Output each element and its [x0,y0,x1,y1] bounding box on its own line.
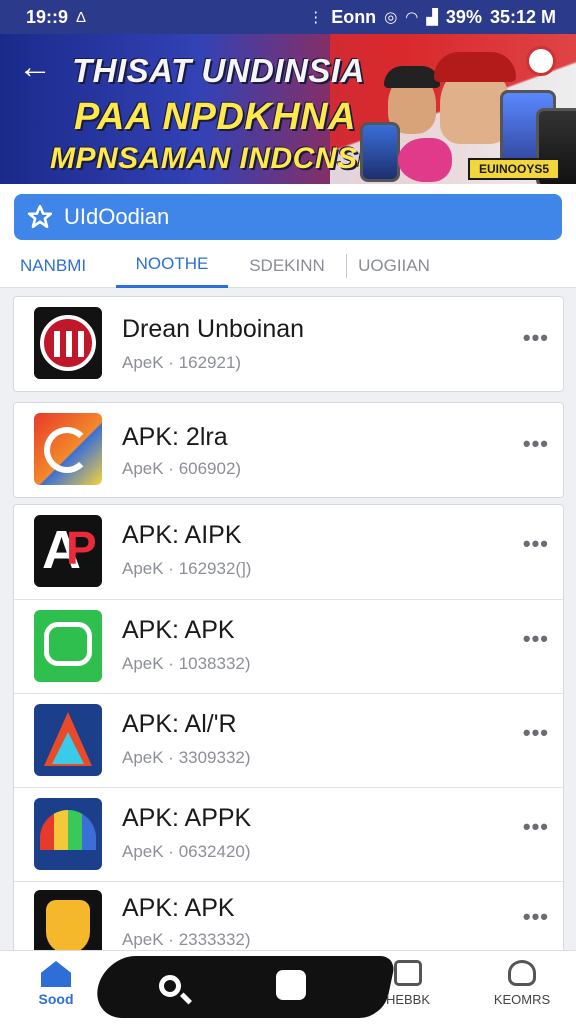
app-card: APK: 2lra ApeK · 606902) ••• [13,402,564,498]
status-clock: 35:12 M [489,6,556,27]
signal-icon: ▟ [426,9,438,26]
app-name: APK: 2lra [122,423,228,451]
tab-bar: NANBMI NOOTHE SDEKINN UOGIIAN [0,244,576,288]
triangle-a-icon [34,704,102,776]
more-options-icon[interactable]: ••• [523,904,549,930]
record-bars-icon [34,307,102,379]
wifi-icon: ◠ [405,9,419,26]
chat-bubble-icon [34,610,102,682]
home-icon [41,961,71,987]
list-item[interactable]: APK: APK ApeK · 1038332) ••• [14,599,563,693]
app-meta: ApeK · 162932(]) [122,559,252,578]
rainbow-arch-icon [34,798,102,870]
search-input[interactable]: UIdOodian [14,194,562,240]
more-options-icon[interactable]: ••• [523,325,549,351]
phone-image-1 [360,122,400,182]
nav-profile-label: KEOMRS [493,992,551,1007]
more-options-icon[interactable]: ••• [523,720,549,746]
more-options-icon[interactable]: ••• [523,531,549,557]
nav-news[interactable]: HEBBK [368,960,448,1007]
app-meta: ApeK · 1038332) [122,654,251,673]
square-icon[interactable] [276,970,306,1000]
profile-icon [508,960,536,986]
list-item[interactable]: APK: APK ApeK · 2333332) ••• [14,881,563,953]
app-name: APK: APPK [122,804,252,832]
news-icon [394,960,422,986]
list-item[interactable]: APK: APPK ApeK · 0632420) ••• [14,787,563,881]
megaphone-icon [398,138,452,182]
tab-noothe[interactable]: NOOTHE [116,244,228,288]
back-arrow-icon[interactable]: ← [18,50,52,84]
floating-action-bar [91,956,397,1018]
app-name: Drean Unboinan [122,315,305,343]
app-meta: ApeK · 3309332) [122,748,251,767]
more-options-icon[interactable]: ••• [523,626,549,652]
battery-percent: 39% [445,6,482,27]
banner-title-line-2: PAA NPDKHNA [74,96,357,138]
search-section: UIdOodian [0,184,576,244]
emblem-icon [526,46,556,76]
app-name: APK: Al/'R [122,710,237,738]
status-bar: 19::9 Δ ⋮ Eonn ◎ ◠ ▟ 39% 35:12 M [0,0,576,34]
app-card: Drean Unboinan ApeK · 162921) ••• [13,296,564,392]
sync-icon: ◎ [384,9,398,26]
tab-uogiian[interactable]: UOGIIAN [347,244,441,288]
gold-crown-icon [34,890,102,953]
list-item[interactable]: Drean Unboinan ApeK · 162921) ••• [14,297,563,391]
app-name: APK: APK [122,616,235,644]
app-meta: ApeK · 606902) [122,459,242,478]
app-meta: ApeK · 2333332) [122,930,251,949]
nav-home[interactable]: Sood [30,961,82,1021]
app-list-card: AP APK: AIPK ApeK · 162932(]) ••• APK: A… [13,504,564,954]
banner-title-line-3: MPNSAMAN INDCNSIA [50,142,389,175]
app-name: APK: AIPK [122,521,242,549]
nav-profile[interactable]: KEOMRS [482,960,562,1007]
app-meta: ApeK · 0632420) [122,842,251,861]
carrier-label: Eonn [331,6,377,27]
status-time: 19::9 [26,6,69,27]
banner-badge: EUINOOYS5 [468,158,560,180]
search-placeholder: UIdOodian [64,204,170,229]
more-options-icon[interactable]: ••• [523,431,549,457]
vibrate-icon: ⋮ [308,9,324,26]
list-item[interactable]: APK: 2lra ApeK · 606902) ••• [14,403,563,497]
promo-banner[interactable]: ← THISAT UNDINSIA PAA NPDKHNA MPNSAMAN I… [0,34,576,184]
tab-sdekinn[interactable]: SDEKINN [228,244,346,288]
star-icon [26,203,54,231]
alert-icon: Δ [76,8,87,26]
tab-nanbmi[interactable]: NANBMI [20,244,116,288]
nav-news-label: HEBBK [385,992,431,1007]
app-name: APK: APK [122,894,235,922]
swirl-app-icon [34,413,102,485]
nav-home-label: Sood [38,991,74,1007]
list-item[interactable]: AP APK: AIPK ApeK · 162932(]) ••• [14,505,563,599]
ap-logo-icon: AP [34,515,102,587]
banner-title-line-1: THISAT UNDINSIA [72,52,365,89]
search-icon[interactable] [150,966,190,1006]
app-meta: ApeK · 162921) [122,353,242,372]
list-item[interactable]: APK: Al/'R ApeK · 3309332) ••• [14,693,563,787]
more-options-icon[interactable]: ••• [523,814,549,840]
